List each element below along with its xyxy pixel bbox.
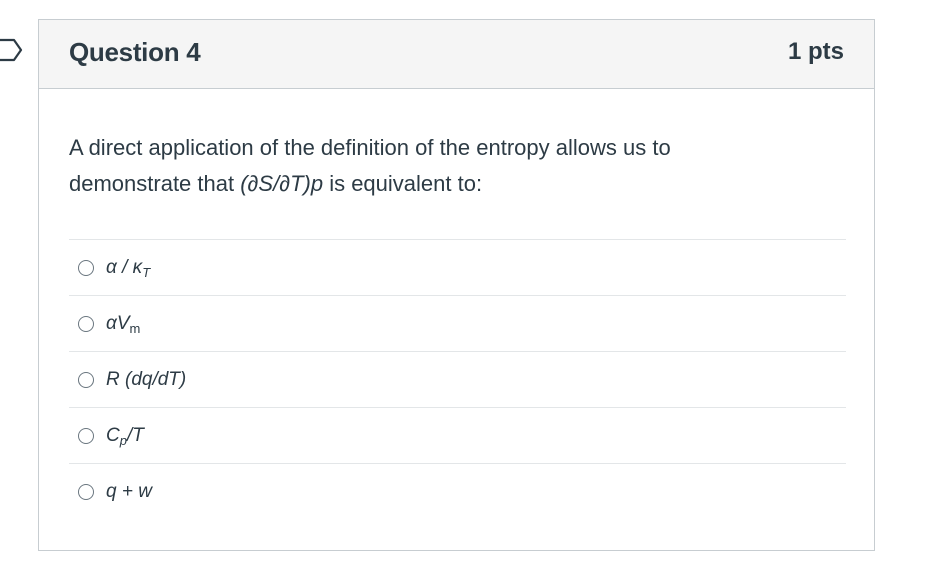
answer-option[interactable]: R (dq/dT) bbox=[69, 351, 846, 407]
answer-label: R (dq/dT) bbox=[106, 368, 187, 390]
answer-option[interactable]: q + w bbox=[69, 463, 846, 519]
question-points: 1 pts bbox=[787, 38, 844, 65]
answer-label: Cp/T bbox=[106, 424, 144, 448]
question-formula: (∂S/∂T)p bbox=[240, 171, 324, 196]
question-text-part2: is equivalent to: bbox=[323, 171, 483, 196]
answer-label: q + w bbox=[106, 480, 152, 502]
radio-button[interactable] bbox=[78, 315, 94, 332]
answer-option[interactable]: α / κT bbox=[69, 239, 846, 295]
radio-button[interactable] bbox=[78, 483, 94, 500]
answer-label: α / κT bbox=[106, 256, 151, 280]
question-header: Question 4 1 pts bbox=[39, 20, 874, 89]
answer-label: αVm bbox=[106, 312, 141, 336]
question-title: Question 4 bbox=[69, 37, 201, 67]
radio-button[interactable] bbox=[78, 259, 94, 276]
flag-question-icon[interactable] bbox=[0, 38, 24, 62]
radio-button[interactable] bbox=[78, 371, 94, 388]
question-text: A direct application of the definition o… bbox=[69, 130, 769, 202]
answer-option[interactable]: αVm bbox=[69, 295, 846, 351]
question-card: Question 4 1 pts A direct application of… bbox=[38, 19, 875, 551]
radio-button[interactable] bbox=[78, 427, 94, 444]
answer-list: α / κT αVm R (dq/dT) Cp/T q + w bbox=[69, 239, 846, 519]
answer-option[interactable]: Cp/T bbox=[69, 407, 846, 463]
